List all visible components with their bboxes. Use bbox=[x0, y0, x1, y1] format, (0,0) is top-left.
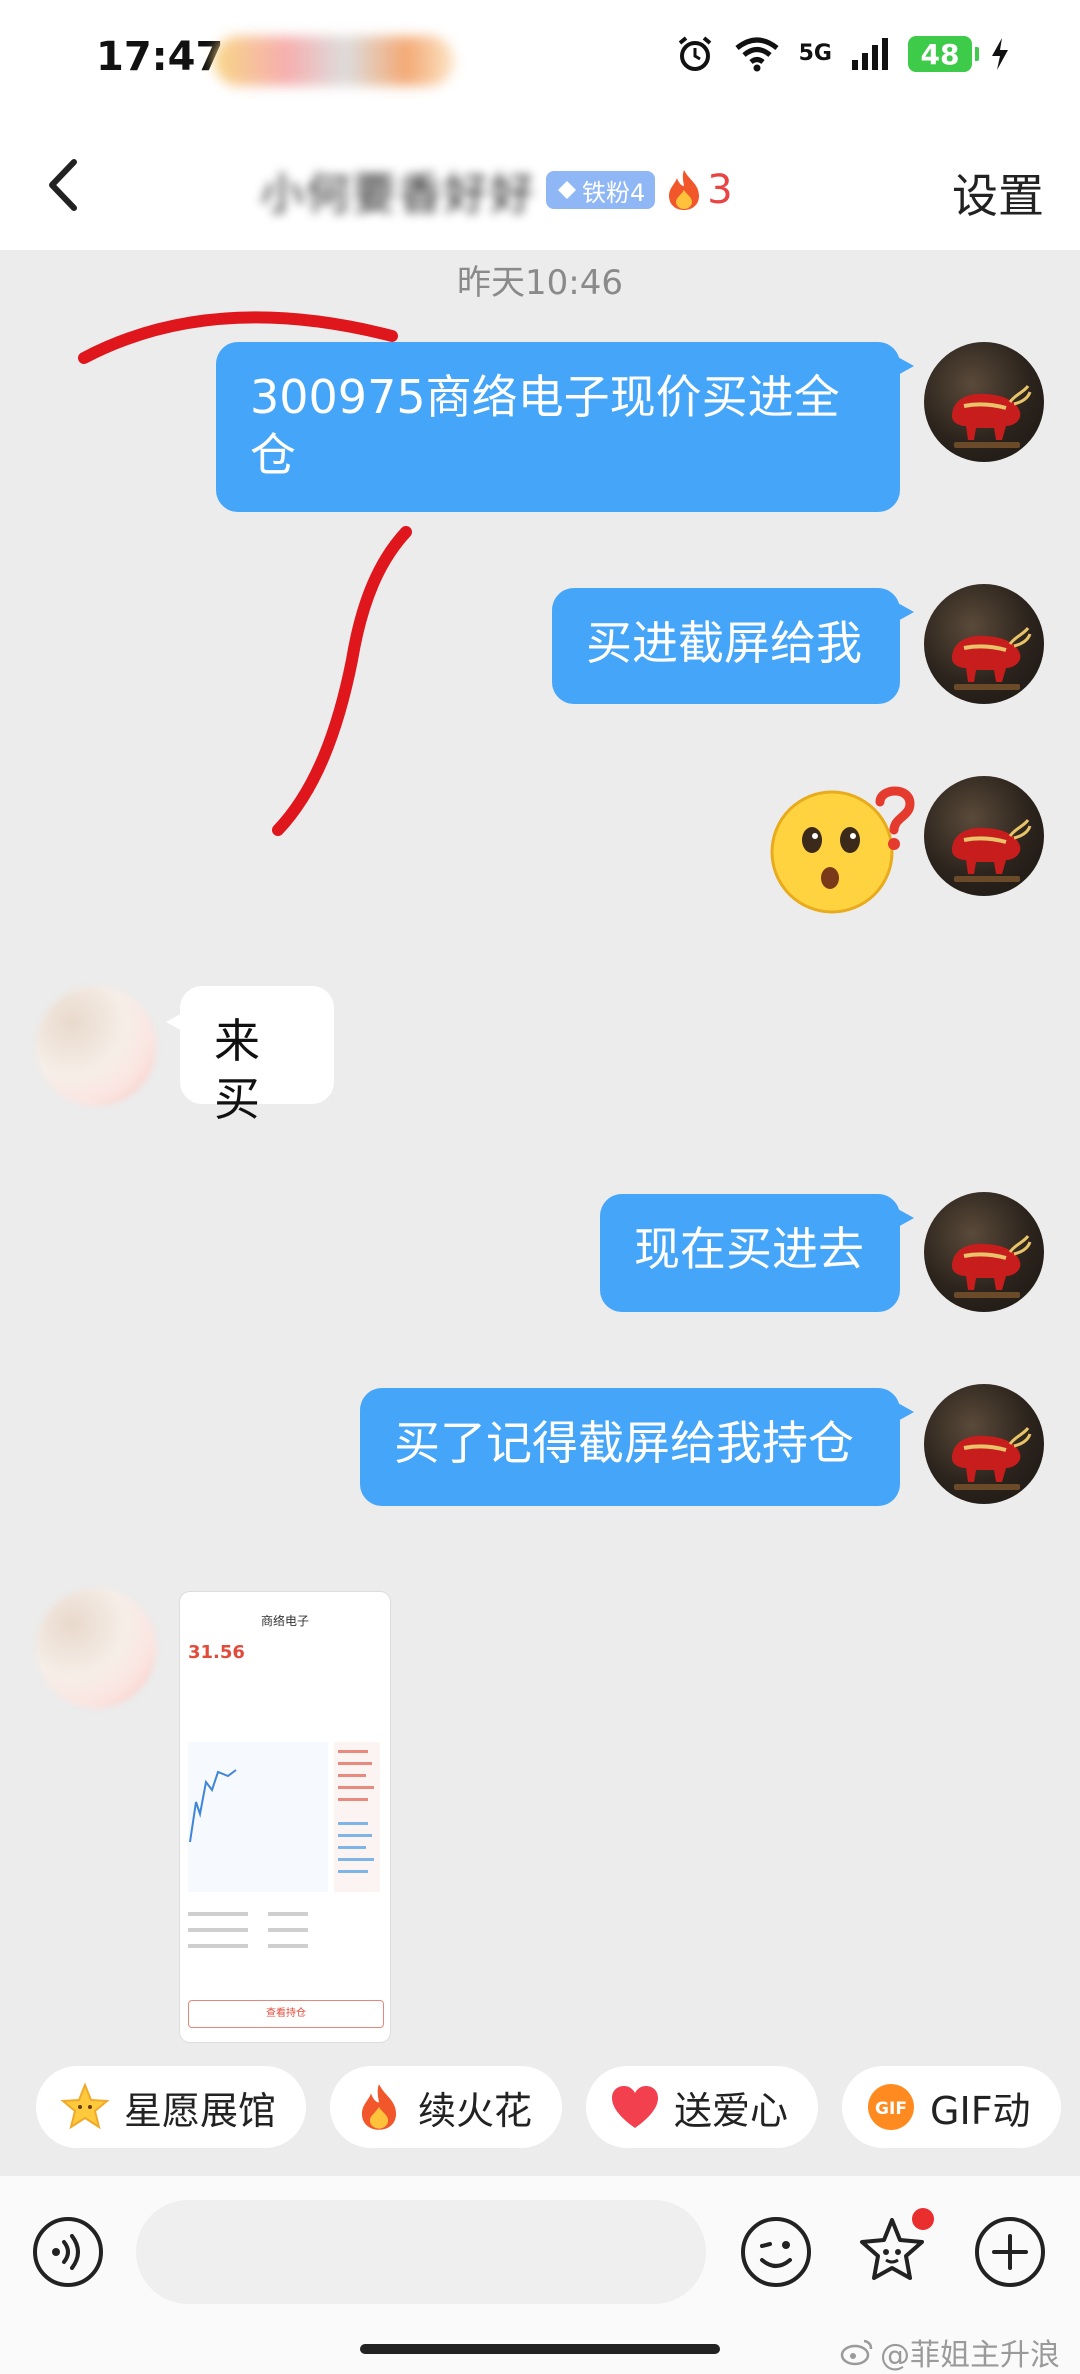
message-bubble[interactable]: 买进截屏给我 bbox=[552, 588, 914, 704]
chip-label: GIF动 bbox=[930, 2088, 1031, 2133]
star-face-icon bbox=[860, 2218, 924, 2280]
star-icon bbox=[60, 2082, 110, 2132]
back-button[interactable] bbox=[30, 150, 100, 220]
my-avatar[interactable] bbox=[924, 776, 1044, 896]
charging-icon bbox=[992, 38, 1008, 70]
my-avatar[interactable] bbox=[924, 1192, 1044, 1312]
message-text: 买进截屏给我 bbox=[586, 616, 862, 670]
message-bubble[interactable]: 300975商络电子现价买进全仓 bbox=[216, 342, 914, 512]
blurred-notification-icons bbox=[214, 36, 454, 86]
stock-screenshot-image[interactable]: 商络电子 31.56 查看持仓 bbox=[180, 1592, 390, 2042]
chat-header: 小何要香好好 铁粉4 3 设置 bbox=[0, 120, 1080, 250]
weibo-icon bbox=[840, 2339, 873, 2366]
chip-label: 送爱心 bbox=[674, 2088, 789, 2133]
diamond-icon bbox=[558, 181, 576, 199]
fan-level-badge: 铁粉4 bbox=[546, 171, 656, 209]
voice-button[interactable] bbox=[30, 2214, 106, 2290]
signal-icon bbox=[852, 38, 888, 70]
chevron-left-icon bbox=[49, 159, 77, 211]
message-text: 现在买进去 bbox=[634, 1222, 864, 1276]
bull-avatar-icon bbox=[952, 385, 1032, 448]
watermark-text: @菲姐主升浪 bbox=[880, 2338, 1060, 2373]
quick-action-continue-fire[interactable]: 续火花 bbox=[330, 2066, 563, 2148]
contact-avatar[interactable] bbox=[36, 1588, 156, 1708]
watermark: @菲姐主升浪 bbox=[840, 2330, 1060, 2374]
chip-label: 续火花 bbox=[418, 2088, 533, 2133]
thumb-stock-price: 31.56 bbox=[188, 1642, 245, 1663]
notification-dot bbox=[912, 2208, 934, 2230]
bull-avatar-icon bbox=[952, 627, 1032, 690]
fan-badge-label: 铁粉4 bbox=[582, 178, 646, 207]
message-bubble[interactable]: 来买 bbox=[166, 986, 334, 1126]
bull-avatar-icon bbox=[952, 819, 1032, 882]
chat-title: 小何要香好好 bbox=[260, 169, 536, 220]
status-time: 17:47 bbox=[96, 34, 224, 80]
streak-count: 3 bbox=[707, 167, 733, 213]
message-text: 来买 bbox=[214, 1014, 260, 1126]
fire-icon bbox=[669, 170, 700, 210]
gif-icon: GIF bbox=[866, 2082, 916, 2132]
bull-avatar-icon bbox=[952, 1427, 1032, 1490]
chip-label: 星愿展馆 bbox=[124, 2088, 277, 2133]
alarm-icon bbox=[678, 36, 711, 71]
quick-action-gif[interactable]: GIF GIF动 bbox=[842, 2066, 1061, 2148]
battery-indicator: 48 bbox=[908, 36, 979, 72]
settings-button[interactable]: 设置 bbox=[952, 160, 1044, 226]
emoji-button[interactable] bbox=[738, 2214, 814, 2290]
network-type: 5G bbox=[798, 41, 832, 66]
chat-title-area[interactable]: 小何要香好好 铁粉4 3 bbox=[260, 158, 733, 222]
contact-avatar[interactable] bbox=[36, 986, 156, 1106]
thumb-view-position-button: 查看持仓 bbox=[188, 2000, 384, 2028]
quick-action-bar: 星愿展馆 续火花 送爱心 GIF GIF动 bbox=[36, 2066, 1061, 2148]
message-input[interactable] bbox=[136, 2200, 706, 2304]
message-text: 300975商络电子现价买进全仓 bbox=[250, 370, 840, 482]
status-icons: 5G 48 bbox=[675, 34, 1010, 74]
smiley-icon bbox=[760, 2241, 792, 2268]
voice-icon bbox=[52, 2234, 80, 2270]
heart-icon bbox=[610, 2082, 660, 2132]
quick-action-send-love[interactable]: 送爱心 bbox=[586, 2066, 819, 2148]
streak-indicator: 3 bbox=[665, 167, 733, 213]
svg-text:GIF: GIF bbox=[875, 2099, 907, 2119]
message-timestamp: 昨天10:46 bbox=[457, 263, 623, 303]
thumb-chart bbox=[188, 1742, 380, 1948]
message-text: 买了记得截屏给我持仓 bbox=[394, 1416, 854, 1470]
status-bar: 17:47 5G 48 bbox=[0, 0, 1080, 120]
bull-avatar-icon bbox=[952, 1235, 1032, 1298]
message-bubble[interactable]: 现在买进去 bbox=[600, 1194, 914, 1312]
my-avatar[interactable] bbox=[924, 342, 1044, 462]
more-button[interactable] bbox=[972, 2214, 1048, 2290]
wifi-icon bbox=[735, 37, 779, 72]
home-indicator[interactable] bbox=[360, 2344, 720, 2354]
quick-action-star-gallery[interactable]: 星愿展馆 bbox=[36, 2066, 307, 2148]
my-avatar[interactable] bbox=[924, 584, 1044, 704]
message-bubble[interactable]: 买了记得截屏给我持仓 bbox=[360, 1388, 914, 1506]
confused-face-emoji[interactable] bbox=[768, 780, 918, 920]
fire-icon bbox=[354, 2082, 404, 2132]
plus-icon bbox=[992, 2234, 1028, 2270]
thumb-stock-name: 商络电子 bbox=[260, 1614, 309, 1628]
my-avatar[interactable] bbox=[924, 1384, 1044, 1504]
